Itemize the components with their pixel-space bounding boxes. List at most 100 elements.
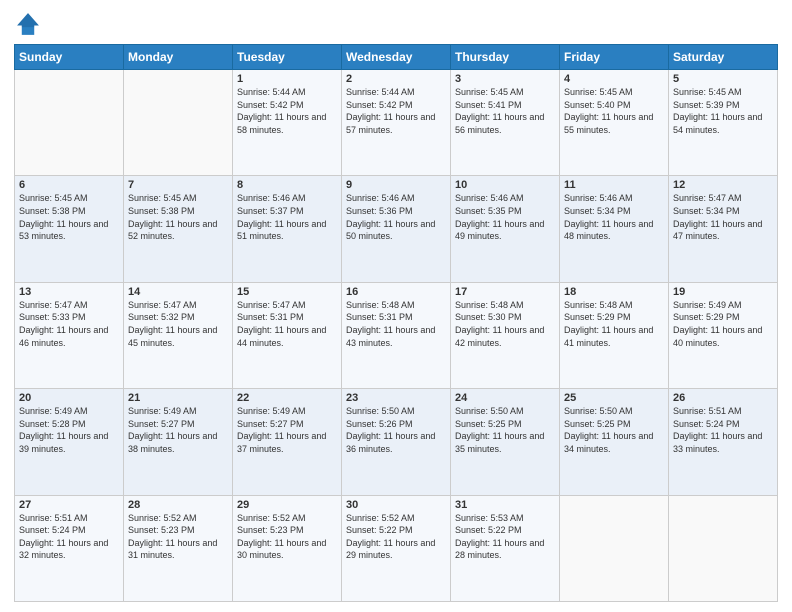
calendar-cell: 29Sunrise: 5:52 AMSunset: 5:23 PMDayligh… — [233, 495, 342, 601]
day-number: 28 — [128, 499, 228, 511]
day-info: Sunrise: 5:45 AMSunset: 5:38 PMDaylight:… — [19, 192, 119, 242]
calendar-cell: 11Sunrise: 5:46 AMSunset: 5:34 PMDayligh… — [560, 176, 669, 282]
logo — [14, 10, 46, 38]
day-info: Sunrise: 5:46 AMSunset: 5:36 PMDaylight:… — [346, 192, 446, 242]
day-info: Sunrise: 5:45 AMSunset: 5:38 PMDaylight:… — [128, 192, 228, 242]
day-number: 31 — [455, 499, 555, 511]
day-info: Sunrise: 5:47 AMSunset: 5:33 PMDaylight:… — [19, 299, 119, 349]
logo-icon — [14, 10, 42, 38]
day-info: Sunrise: 5:52 AMSunset: 5:23 PMDaylight:… — [237, 512, 337, 562]
calendar-cell: 6Sunrise: 5:45 AMSunset: 5:38 PMDaylight… — [15, 176, 124, 282]
day-info: Sunrise: 5:47 AMSunset: 5:31 PMDaylight:… — [237, 299, 337, 349]
day-number: 12 — [673, 179, 773, 191]
calendar-cell: 14Sunrise: 5:47 AMSunset: 5:32 PMDayligh… — [124, 282, 233, 388]
day-number: 29 — [237, 499, 337, 511]
day-number: 6 — [19, 179, 119, 191]
calendar-week-row: 13Sunrise: 5:47 AMSunset: 5:33 PMDayligh… — [15, 282, 778, 388]
day-info: Sunrise: 5:50 AMSunset: 5:25 PMDaylight:… — [564, 405, 664, 455]
day-info: Sunrise: 5:48 AMSunset: 5:30 PMDaylight:… — [455, 299, 555, 349]
day-number: 13 — [19, 286, 119, 298]
day-info: Sunrise: 5:48 AMSunset: 5:31 PMDaylight:… — [346, 299, 446, 349]
calendar-cell: 23Sunrise: 5:50 AMSunset: 5:26 PMDayligh… — [342, 389, 451, 495]
calendar-cell: 25Sunrise: 5:50 AMSunset: 5:25 PMDayligh… — [560, 389, 669, 495]
calendar-cell: 12Sunrise: 5:47 AMSunset: 5:34 PMDayligh… — [669, 176, 778, 282]
calendar-cell: 31Sunrise: 5:53 AMSunset: 5:22 PMDayligh… — [451, 495, 560, 601]
day-info: Sunrise: 5:45 AMSunset: 5:39 PMDaylight:… — [673, 86, 773, 136]
calendar-cell: 8Sunrise: 5:46 AMSunset: 5:37 PMDaylight… — [233, 176, 342, 282]
day-number: 19 — [673, 286, 773, 298]
calendar-cell: 10Sunrise: 5:46 AMSunset: 5:35 PMDayligh… — [451, 176, 560, 282]
calendar-cell: 28Sunrise: 5:52 AMSunset: 5:23 PMDayligh… — [124, 495, 233, 601]
calendar-week-row: 27Sunrise: 5:51 AMSunset: 5:24 PMDayligh… — [15, 495, 778, 601]
day-number: 23 — [346, 392, 446, 404]
calendar-cell: 7Sunrise: 5:45 AMSunset: 5:38 PMDaylight… — [124, 176, 233, 282]
day-number: 24 — [455, 392, 555, 404]
day-info: Sunrise: 5:50 AMSunset: 5:26 PMDaylight:… — [346, 405, 446, 455]
day-number: 25 — [564, 392, 664, 404]
calendar-cell: 21Sunrise: 5:49 AMSunset: 5:27 PMDayligh… — [124, 389, 233, 495]
calendar-week-row: 1Sunrise: 5:44 AMSunset: 5:42 PMDaylight… — [15, 70, 778, 176]
calendar-cell: 5Sunrise: 5:45 AMSunset: 5:39 PMDaylight… — [669, 70, 778, 176]
calendar-cell: 24Sunrise: 5:50 AMSunset: 5:25 PMDayligh… — [451, 389, 560, 495]
calendar-cell: 18Sunrise: 5:48 AMSunset: 5:29 PMDayligh… — [560, 282, 669, 388]
calendar-cell: 4Sunrise: 5:45 AMSunset: 5:40 PMDaylight… — [560, 70, 669, 176]
day-info: Sunrise: 5:50 AMSunset: 5:25 PMDaylight:… — [455, 405, 555, 455]
day-number: 4 — [564, 73, 664, 85]
day-info: Sunrise: 5:51 AMSunset: 5:24 PMDaylight:… — [19, 512, 119, 562]
day-number: 10 — [455, 179, 555, 191]
day-info: Sunrise: 5:46 AMSunset: 5:35 PMDaylight:… — [455, 192, 555, 242]
day-info: Sunrise: 5:49 AMSunset: 5:27 PMDaylight:… — [237, 405, 337, 455]
day-number: 20 — [19, 392, 119, 404]
calendar-body: 1Sunrise: 5:44 AMSunset: 5:42 PMDaylight… — [15, 70, 778, 602]
day-number: 8 — [237, 179, 337, 191]
day-info: Sunrise: 5:52 AMSunset: 5:23 PMDaylight:… — [128, 512, 228, 562]
calendar-header-tuesday: Tuesday — [233, 45, 342, 70]
calendar-cell: 19Sunrise: 5:49 AMSunset: 5:29 PMDayligh… — [669, 282, 778, 388]
day-info: Sunrise: 5:46 AMSunset: 5:37 PMDaylight:… — [237, 192, 337, 242]
calendar-table: SundayMondayTuesdayWednesdayThursdayFrid… — [14, 44, 778, 602]
day-info: Sunrise: 5:52 AMSunset: 5:22 PMDaylight:… — [346, 512, 446, 562]
calendar-cell — [560, 495, 669, 601]
calendar-cell: 22Sunrise: 5:49 AMSunset: 5:27 PMDayligh… — [233, 389, 342, 495]
day-number: 27 — [19, 499, 119, 511]
day-info: Sunrise: 5:44 AMSunset: 5:42 PMDaylight:… — [346, 86, 446, 136]
calendar-cell: 15Sunrise: 5:47 AMSunset: 5:31 PMDayligh… — [233, 282, 342, 388]
day-number: 2 — [346, 73, 446, 85]
calendar-header-sunday: Sunday — [15, 45, 124, 70]
calendar-header-thursday: Thursday — [451, 45, 560, 70]
calendar-header-wednesday: Wednesday — [342, 45, 451, 70]
calendar-cell — [15, 70, 124, 176]
calendar-cell: 26Sunrise: 5:51 AMSunset: 5:24 PMDayligh… — [669, 389, 778, 495]
calendar-header-saturday: Saturday — [669, 45, 778, 70]
calendar-cell: 13Sunrise: 5:47 AMSunset: 5:33 PMDayligh… — [15, 282, 124, 388]
day-info: Sunrise: 5:49 AMSunset: 5:28 PMDaylight:… — [19, 405, 119, 455]
day-number: 26 — [673, 392, 773, 404]
day-info: Sunrise: 5:48 AMSunset: 5:29 PMDaylight:… — [564, 299, 664, 349]
day-number: 16 — [346, 286, 446, 298]
day-info: Sunrise: 5:49 AMSunset: 5:29 PMDaylight:… — [673, 299, 773, 349]
day-number: 9 — [346, 179, 446, 191]
day-info: Sunrise: 5:45 AMSunset: 5:40 PMDaylight:… — [564, 86, 664, 136]
day-number: 22 — [237, 392, 337, 404]
day-info: Sunrise: 5:45 AMSunset: 5:41 PMDaylight:… — [455, 86, 555, 136]
calendar-cell: 16Sunrise: 5:48 AMSunset: 5:31 PMDayligh… — [342, 282, 451, 388]
day-number: 14 — [128, 286, 228, 298]
calendar-cell: 3Sunrise: 5:45 AMSunset: 5:41 PMDaylight… — [451, 70, 560, 176]
day-info: Sunrise: 5:49 AMSunset: 5:27 PMDaylight:… — [128, 405, 228, 455]
day-info: Sunrise: 5:44 AMSunset: 5:42 PMDaylight:… — [237, 86, 337, 136]
calendar-week-row: 6Sunrise: 5:45 AMSunset: 5:38 PMDaylight… — [15, 176, 778, 282]
day-number: 1 — [237, 73, 337, 85]
calendar-cell — [669, 495, 778, 601]
calendar-cell: 2Sunrise: 5:44 AMSunset: 5:42 PMDaylight… — [342, 70, 451, 176]
calendar-header-friday: Friday — [560, 45, 669, 70]
day-number: 11 — [564, 179, 664, 191]
day-info: Sunrise: 5:53 AMSunset: 5:22 PMDaylight:… — [455, 512, 555, 562]
day-info: Sunrise: 5:47 AMSunset: 5:34 PMDaylight:… — [673, 192, 773, 242]
day-info: Sunrise: 5:46 AMSunset: 5:34 PMDaylight:… — [564, 192, 664, 242]
calendar-cell: 17Sunrise: 5:48 AMSunset: 5:30 PMDayligh… — [451, 282, 560, 388]
day-number: 21 — [128, 392, 228, 404]
day-info: Sunrise: 5:47 AMSunset: 5:32 PMDaylight:… — [128, 299, 228, 349]
day-number: 15 — [237, 286, 337, 298]
calendar-cell: 30Sunrise: 5:52 AMSunset: 5:22 PMDayligh… — [342, 495, 451, 601]
calendar-week-row: 20Sunrise: 5:49 AMSunset: 5:28 PMDayligh… — [15, 389, 778, 495]
